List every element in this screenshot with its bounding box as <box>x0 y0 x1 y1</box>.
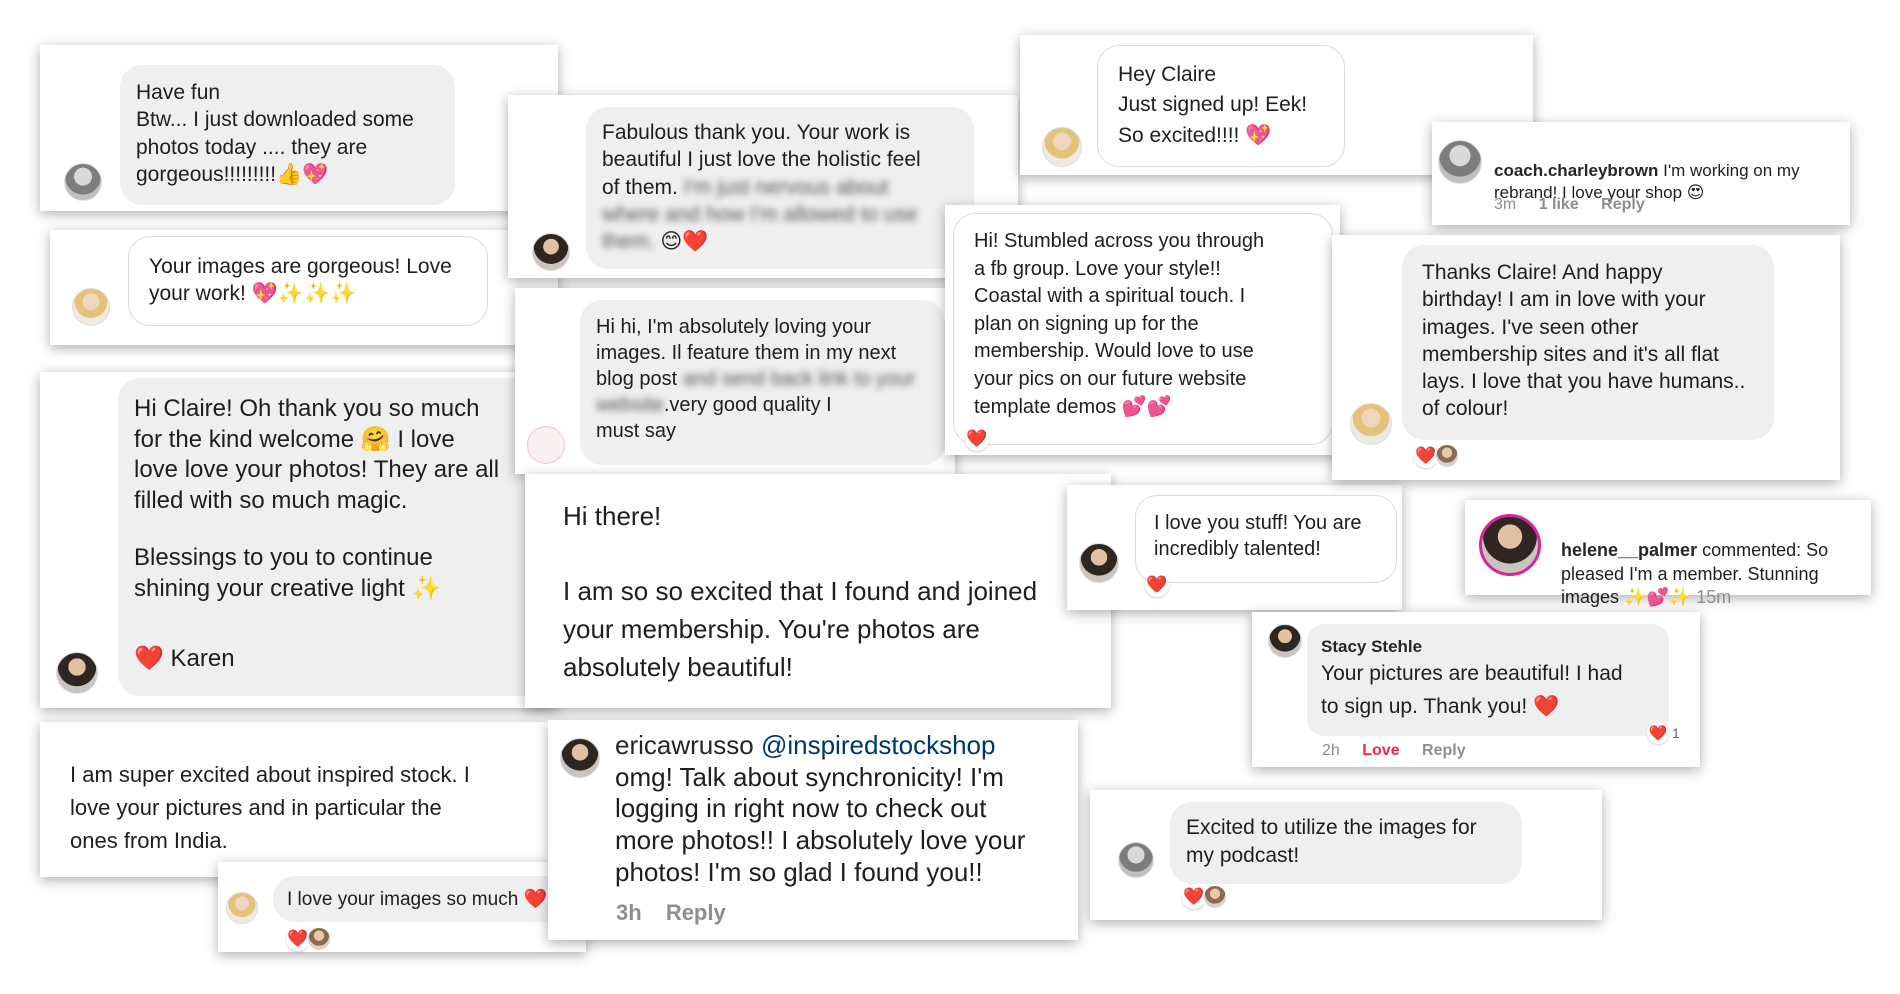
message-bubble: Hi Claire! Oh thank you so much for the … <box>118 378 548 696</box>
comment-card-your-images: Your images are gorgeous! Love your work… <box>50 230 558 345</box>
comment-card-coach-charleybrown: coach.charleybrown I'm working on my reb… <box>1432 122 1850 225</box>
timestamp: 3m <box>1494 196 1517 213</box>
reactor-avatar <box>306 926 332 952</box>
timestamp: 2h <box>1322 742 1340 759</box>
comment-body: helene__palmer commented: So pleased I'm… <box>1561 516 1828 610</box>
avatar <box>56 652 98 694</box>
avatar <box>64 163 102 201</box>
comment-card-fabulous: Fabulous thank you. Your work is beautif… <box>508 95 1018 278</box>
message-text: I love you stuff! You are incredibly tal… <box>1154 512 1362 560</box>
comment-meta: 3m 1 like Reply <box>1494 196 1663 214</box>
reactor-avatar <box>1202 884 1228 910</box>
avatar <box>1268 624 1302 658</box>
comment-body: ericawrusso @inspiredstockshop omg! Talk… <box>615 730 1025 889</box>
message-text: Excited to utilize the images for my pod… <box>1186 816 1477 868</box>
heart-reaction-icon: ❤️ <box>965 427 989 451</box>
comment-card-podcast: Excited to utilize the images for my pod… <box>1090 790 1602 920</box>
message-text: Thanks Claire! And happy birthday! I am … <box>1422 261 1746 421</box>
message-text: I am super excited about inspired stock.… <box>70 762 470 853</box>
avatar <box>1042 127 1082 167</box>
reply-button[interactable]: Reply <box>1601 196 1645 213</box>
emoji-reaction: 😊❤️ <box>660 230 709 254</box>
username-link[interactable]: helene__palmer <box>1561 540 1697 560</box>
avatar <box>72 288 110 326</box>
likes-count[interactable]: 1 like <box>1539 196 1579 213</box>
reaction-summary[interactable]: ❤️ <box>1145 573 1169 597</box>
comment-card-karen: Hi Claire! Oh thank you so much for the … <box>40 372 558 708</box>
comment-card-love-images: I love your images so much ❤️ ❤️ <box>218 862 586 952</box>
message-bubble: I love you stuff! You are incredibly tal… <box>1135 495 1397 583</box>
comment-body: coach.charleybrown I'm working on my reb… <box>1494 138 1800 204</box>
comment-card-helene-palmer: helene__palmer commented: So pleased I'm… <box>1465 500 1871 607</box>
reaction-summary[interactable]: ❤️ <box>1182 884 1228 910</box>
avatar <box>1438 140 1482 184</box>
message-text: Your pictures are beautiful! I had to si… <box>1321 662 1623 718</box>
logo-avatar <box>527 426 565 464</box>
comment-card-stumbled: Hi! Stumbled across you through a fb gro… <box>945 205 1340 455</box>
message-paragraph: Blessings to you to continue shining you… <box>134 543 442 602</box>
message-bubble: I love your images so much ❤️ <box>273 876 573 922</box>
reaction-count: 1 <box>1672 725 1680 741</box>
avatar <box>1350 403 1392 445</box>
message-bubble: Stacy Stehle Your pictures are beautiful… <box>1307 624 1669 736</box>
comment-meta: 2h Love Reply <box>1322 742 1484 760</box>
message-text: Your images are gorgeous! Love your work… <box>149 255 452 306</box>
message-paragraph: Hi Claire! Oh thank you so much for the … <box>134 395 500 515</box>
username-link[interactable]: coach.charleybrown <box>1494 161 1658 180</box>
avatar <box>226 892 258 924</box>
avatar <box>1118 842 1154 878</box>
reaction-count-badge[interactable]: ❤️ 1 <box>1647 722 1680 744</box>
message-text: Hi! Stumbled across you through a fb gro… <box>974 230 1265 418</box>
message-bubble: Fabulous thank you. Your work is beautif… <box>586 107 974 269</box>
message-bubble: Hi hi, I'm absolutely loving your images… <box>580 300 945 465</box>
heart-reaction-icon: ❤️ <box>1647 722 1669 744</box>
comment-meta: 3h Reply <box>616 900 744 926</box>
timestamp: 15m <box>1696 587 1732 608</box>
comment-card-inspired-stock: I am super excited about inspired stock.… <box>40 722 548 877</box>
avatar <box>1079 543 1119 583</box>
comment-card-thanks-claire: Thanks Claire! And happy birthday! I am … <box>1332 235 1840 480</box>
message-signature: ❤️ Karen <box>134 645 235 673</box>
message-bubble: Your images are gorgeous! Love your work… <box>128 236 488 326</box>
comment-card-ericawrusso: ericawrusso @inspiredstockshop omg! Talk… <box>548 720 1078 940</box>
username-link[interactable]: ericawrusso <box>615 730 754 760</box>
comment-card-love-you-stuff: I love you stuff! You are incredibly tal… <box>1067 485 1402 610</box>
blurred-text: and send back link to <box>682 368 871 390</box>
reaction-summary[interactable]: ❤️ <box>1414 443 1460 469</box>
message-text: Have fun Btw... I just downloaded some p… <box>136 81 414 186</box>
message-bubble: Thanks Claire! And happy birthday! I am … <box>1402 245 1774 440</box>
mention-link[interactable]: @inspiredstockshop <box>761 730 996 760</box>
timestamp: 3h <box>616 900 642 925</box>
message-bubble: Hi! Stumbled across you through a fb gro… <box>953 213 1333 445</box>
reaction-summary[interactable]: ❤️ <box>965 427 989 451</box>
avatar <box>1479 514 1541 576</box>
heart-reaction-icon: ❤️ <box>1145 573 1169 597</box>
message-bubble: Hey Claire Just signed up! Eek! So excit… <box>1097 45 1345 167</box>
avatar <box>560 738 600 778</box>
comment-card-blog-post: Hi hi, I'm absolutely loving your images… <box>515 288 955 474</box>
reply-button[interactable]: Reply <box>666 900 726 925</box>
reactor-avatar <box>1434 443 1460 469</box>
commenter-name[interactable]: Stacy Stehle <box>1321 636 1655 658</box>
message-bubble: Excited to utilize the images for my pod… <box>1170 802 1522 884</box>
message-text: Hey Claire Just signed up! Eek! So excit… <box>1118 63 1308 147</box>
comment-card-hi-there: Hi there! I am so so excited that I foun… <box>525 474 1111 708</box>
love-button[interactable]: Love <box>1362 742 1399 759</box>
reaction-summary[interactable]: ❤️ <box>286 926 332 952</box>
comment-card-have-fun: Have fun Btw... I just downloaded some p… <box>40 45 558 211</box>
avatar <box>532 233 570 271</box>
comment-card-stacy-stehle: Stacy Stehle Your pictures are beautiful… <box>1252 612 1700 767</box>
message-text: Hi there! I am so so excited that I foun… <box>563 501 1038 682</box>
message-bubble: Have fun Btw... I just downloaded some p… <box>120 65 455 205</box>
comment-text: omg! Talk about synchronicity! I'm loggi… <box>615 761 1026 887</box>
message-text: I love your images so much ❤️ <box>287 889 548 910</box>
reply-button[interactable]: Reply <box>1422 742 1466 759</box>
